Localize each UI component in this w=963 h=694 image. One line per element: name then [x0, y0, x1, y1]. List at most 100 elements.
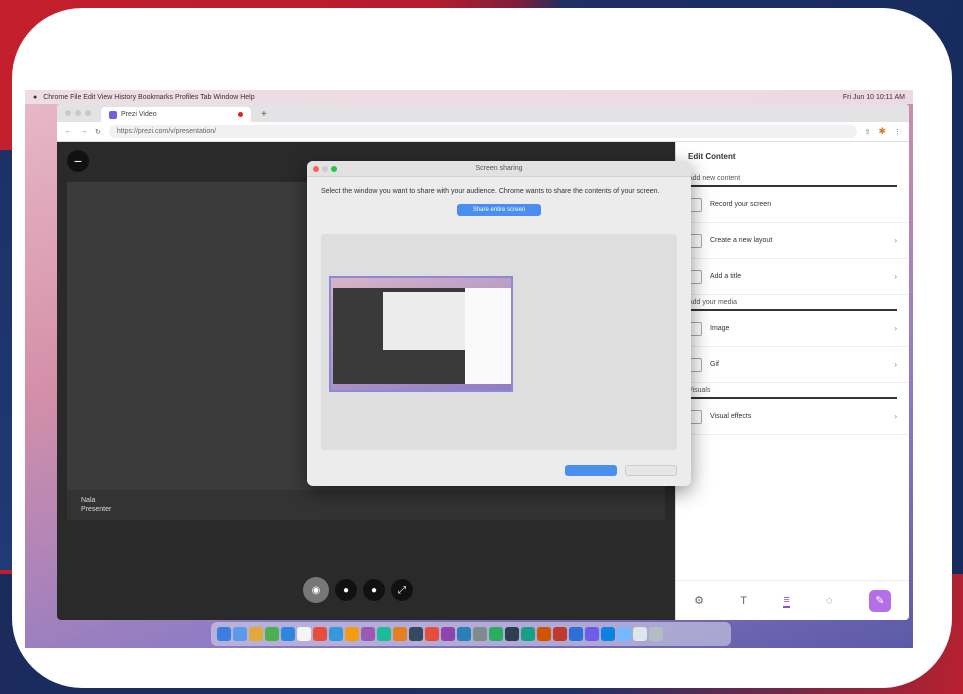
menu-clock: Fri Jun 10 10:11 AM: [842, 93, 905, 101]
folder-icon[interactable]: [633, 627, 647, 641]
tab-title: Prezi Video: [121, 111, 157, 118]
app-icon[interactable]: [585, 627, 599, 641]
recording-controls: ◉ ● ● ⤢: [303, 577, 413, 603]
extension-icon[interactable]: ✱: [878, 126, 886, 137]
forward-icon[interactable]: →: [80, 128, 87, 135]
sidebar-title: Edit Content: [688, 152, 736, 161]
screen-thumbnail[interactable]: [329, 276, 513, 392]
minimize-window-button[interactable]: [75, 110, 81, 116]
camera-avatar[interactable]: ◉: [303, 577, 329, 603]
edit-sidebar: Edit Content Add new content Record your…: [675, 142, 909, 620]
thumbnail-dialog: [383, 292, 465, 350]
settings-app-icon[interactable]: [473, 627, 487, 641]
expand-button[interactable]: ⤢: [391, 579, 413, 601]
dialog-minimize-button: [322, 166, 328, 172]
close-window-button[interactable]: [65, 110, 71, 116]
settings-icon[interactable]: ⚙: [694, 594, 704, 607]
dialog-close-button[interactable]: [313, 166, 319, 172]
app-icon[interactable]: [601, 627, 615, 641]
chevron-right-icon: ›: [894, 360, 897, 369]
sidebar-item-label: Image: [710, 325, 730, 332]
presenter-label: Nala Presenter: [67, 490, 665, 520]
trash-icon[interactable]: [649, 627, 663, 641]
prezi-favicon-icon: [109, 110, 117, 119]
reminders-icon[interactable]: [377, 627, 391, 641]
sidebar-item-image[interactable]: Image ›: [676, 311, 909, 347]
share-button[interactable]: [565, 465, 617, 476]
terminal-icon[interactable]: [505, 627, 519, 641]
dialog-titlebar: Screen sharing: [307, 161, 691, 177]
app-icon[interactable]: [521, 627, 535, 641]
facetime-icon[interactable]: [329, 627, 343, 641]
browser-window: Prezi Video + ← → ↻ https://prezi.com/v/…: [57, 104, 909, 620]
section-add-content: Add new content: [688, 175, 897, 187]
exit-button[interactable]: −: [67, 150, 89, 172]
chevron-right-icon: ›: [894, 324, 897, 333]
sidebar-item-record-screen[interactable]: Record your screen: [676, 187, 909, 223]
sidebar-item-label: Record your screen: [710, 201, 772, 208]
menu-bar: ● Chrome File Edit View History Bookmark…: [25, 90, 913, 104]
mail-icon[interactable]: [281, 627, 295, 641]
sidebar-item-layout[interactable]: Create a new layout ›: [676, 223, 909, 259]
sidebar-item-label: Gif: [710, 361, 719, 368]
podcasts-icon[interactable]: [441, 627, 455, 641]
reload-icon[interactable]: ↻: [95, 128, 101, 136]
back-icon[interactable]: ←: [65, 128, 72, 135]
apple-icon[interactable]: ●: [33, 94, 37, 101]
address-field[interactable]: https://prezi.com/v/presentation/: [108, 125, 857, 138]
dialog-message: Select the window you want to share with…: [321, 188, 660, 195]
tv-icon[interactable]: [409, 627, 423, 641]
messages-icon[interactable]: [265, 627, 279, 641]
share-icon[interactable]: ⇪: [865, 128, 871, 136]
section-visuals: Visuals: [688, 387, 897, 399]
chevron-right-icon: ›: [894, 412, 897, 421]
new-tab-button[interactable]: +: [255, 109, 273, 122]
thumbnail-sidebar: [465, 288, 511, 384]
music-icon[interactable]: [425, 627, 439, 641]
edit-content-icon[interactable]: ≡: [783, 594, 790, 608]
safari-icon[interactable]: [249, 627, 263, 641]
sidebar-item-title[interactable]: Add a title ›: [676, 259, 909, 295]
zoom-window-button[interactable]: [85, 110, 91, 116]
tab-bar: Prezi Video +: [57, 104, 909, 122]
photos-icon[interactable]: [313, 627, 327, 641]
desktop-screen: ● Chrome File Edit View History Bookmark…: [25, 90, 913, 648]
chrome-icon[interactable]: [489, 627, 503, 641]
app-icon[interactable]: [569, 627, 583, 641]
menu-icon[interactable]: ⋮: [894, 128, 901, 136]
screen-share-dialog: Screen sharing Select the window you wan…: [307, 161, 691, 486]
browser-tab[interactable]: Prezi Video: [101, 107, 251, 122]
recording-indicator-icon: [238, 112, 243, 117]
notes-icon[interactable]: [393, 627, 407, 641]
maps-icon[interactable]: [297, 627, 311, 641]
finder-icon[interactable]: [217, 627, 231, 641]
calendar-icon[interactable]: [345, 627, 359, 641]
share-entire-screen-button[interactable]: Share entire screen: [457, 204, 541, 216]
dialog-title: Screen sharing: [475, 165, 523, 172]
cancel-button[interactable]: [625, 465, 677, 476]
appstore-icon[interactable]: [457, 627, 471, 641]
menu-items[interactable]: Chrome File Edit View History Bookmarks …: [43, 94, 254, 101]
magic-icon[interactable]: ✎: [868, 589, 891, 612]
record-button[interactable]: ●: [363, 579, 385, 601]
contacts-icon[interactable]: [361, 627, 375, 641]
text-icon[interactable]: T: [740, 595, 747, 607]
folder-icon[interactable]: [617, 627, 631, 641]
style-icon[interactable]: ◌: [826, 595, 833, 607]
window-controls: [65, 110, 91, 116]
app-icon[interactable]: [537, 627, 551, 641]
chevron-right-icon: ›: [894, 236, 897, 245]
sidebar-item-effects[interactable]: Visual effects ›: [676, 399, 909, 435]
mic-button[interactable]: ●: [335, 579, 357, 601]
dialog-zoom-button[interactable]: [331, 166, 337, 172]
sidebar-item-label: Create a new layout: [710, 237, 773, 244]
screen-preview-area: [321, 234, 677, 450]
dialog-footer: [565, 465, 677, 476]
sidebar-toolbar: ⚙ T ≡ ◌ ✎: [676, 580, 909, 620]
launchpad-icon[interactable]: [233, 627, 247, 641]
presenter-role: Presenter: [81, 506, 112, 513]
presenter-name: Nala: [81, 497, 96, 504]
app-icon[interactable]: [553, 627, 567, 641]
sidebar-item-gif[interactable]: Gif ›: [676, 347, 909, 383]
dock: [211, 622, 731, 646]
